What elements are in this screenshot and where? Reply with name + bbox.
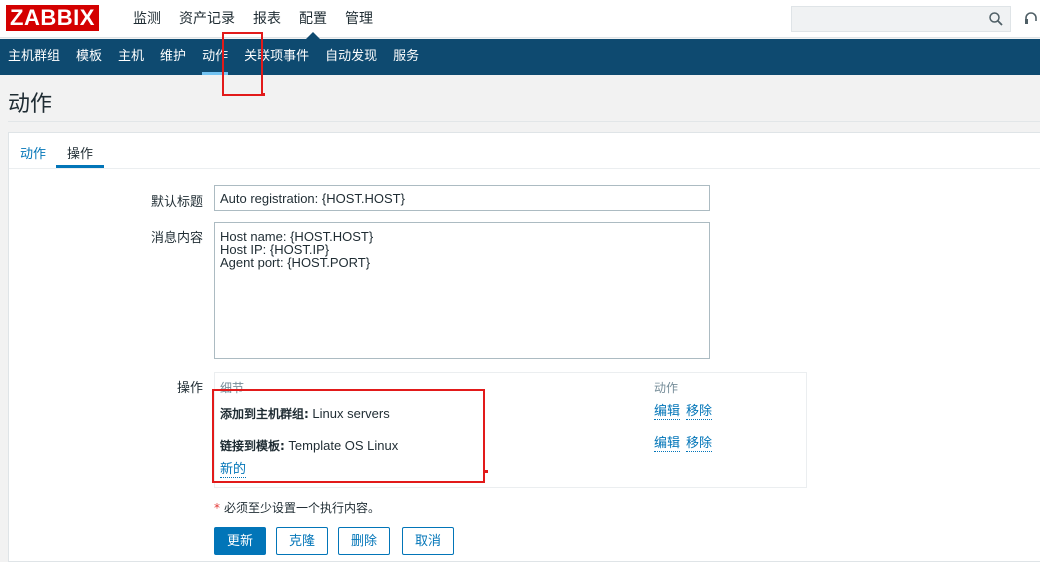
top-bar: ZABBIX 监测 资产记录 报表 配置 管理 — [0, 0, 1040, 39]
menu-administration[interactable]: 管理 — [336, 0, 382, 38]
required-note-text: 必须至少设置一个执行内容。 — [224, 501, 381, 515]
delete-button[interactable]: 删除 — [338, 527, 391, 555]
message-textarea[interactable]: Host name: {HOST.HOST} Host IP: {HOST.IP… — [214, 222, 710, 359]
submenu-discovery[interactable]: 自动发现 — [317, 39, 385, 75]
submenu-hosts[interactable]: 主机 — [110, 39, 152, 75]
sub-menu: 主机群组 模板 主机 维护 动作 关联项事件 自动发现 服务 — [0, 39, 1040, 75]
header-divider — [8, 121, 1040, 122]
submenu-templates[interactable]: 模板 — [68, 39, 110, 75]
default-subject-input[interactable] — [214, 185, 710, 211]
menu-configuration[interactable]: 配置 — [290, 0, 336, 39]
active-tab-indicator — [56, 165, 104, 168]
zabbix-logo[interactable]: ZABBIX — [6, 5, 99, 31]
operation-2-remove-link[interactable]: 移除 — [686, 437, 713, 452]
page-title: 动作 — [8, 92, 53, 117]
required-star: * — [214, 501, 220, 515]
operation-2-edit-link[interactable]: 编辑 — [654, 437, 681, 452]
action-form-panel: 动作 操作 默认标题 消息内容 Host name: {HOST.HOST} H… — [8, 132, 1040, 562]
required-note: * 必须至少设置一个执行内容。 — [214, 499, 380, 516]
default-subject-label: 默认标题 — [150, 195, 203, 210]
operation-1-remove-link[interactable]: 移除 — [686, 405, 713, 420]
menu-monitoring[interactable]: 监测 — [124, 0, 170, 38]
tab-bar: 动作 操作 — [9, 133, 1040, 169]
support-icon[interactable] — [1022, 10, 1040, 28]
clone-button[interactable]: 克隆 — [276, 527, 329, 555]
tab-operations[interactable]: 操作 — [67, 143, 93, 162]
submenu-maintenance[interactable]: 维护 — [152, 39, 194, 75]
update-button[interactable]: 更新 — [214, 527, 267, 555]
search-input[interactable] — [791, 6, 1011, 32]
highlight-dot-ops — [485, 470, 488, 473]
highlight-box-actions-menu — [222, 32, 263, 96]
cancel-button[interactable]: 取消 — [402, 527, 455, 555]
message-label: 消息内容 — [150, 231, 203, 246]
operations-label: 操作 — [176, 381, 203, 396]
operation-1-edit-link[interactable]: 编辑 — [654, 405, 681, 420]
tab-action[interactable]: 动作 — [20, 143, 46, 162]
highlight-dot — [262, 93, 265, 96]
submenu-services[interactable]: 服务 — [385, 39, 427, 75]
search-icon[interactable] — [987, 10, 1005, 28]
highlight-box-operations — [212, 389, 485, 483]
col-action-header: 动作 — [654, 381, 679, 395]
submenu-host-groups[interactable]: 主机群组 — [0, 39, 68, 75]
